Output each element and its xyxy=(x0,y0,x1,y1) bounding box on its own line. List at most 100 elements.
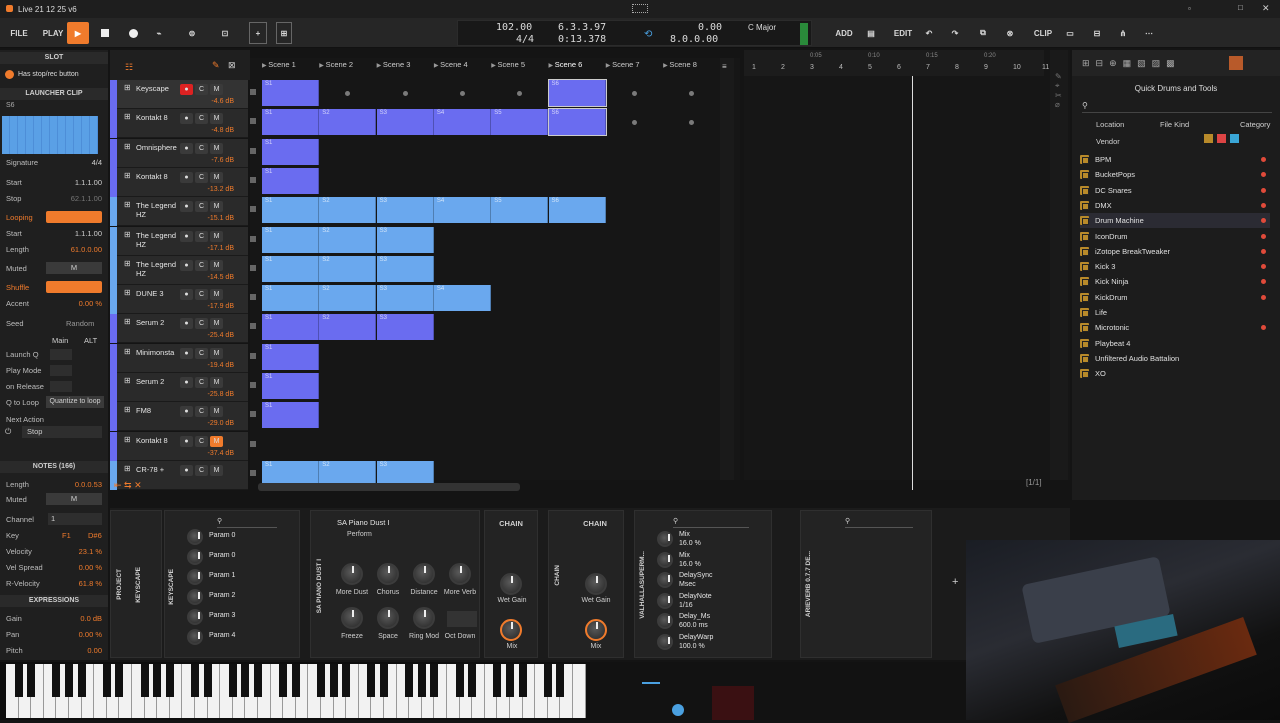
valhalla-param-value[interactable]: 600.0 ms xyxy=(679,622,708,629)
r-velocity-value[interactable]: 61.8 % xyxy=(79,579,102,588)
quantize-to-loop-button[interactable]: Quantize to loop xyxy=(46,396,104,408)
record-arm-button[interactable]: ● xyxy=(180,406,193,418)
track-level[interactable]: -19.4 dB xyxy=(160,362,234,369)
cue-button[interactable]: C xyxy=(195,289,208,301)
clip-stop-icon[interactable] xyxy=(250,118,256,125)
record-arm-button[interactable]: ● xyxy=(180,171,193,183)
track-header[interactable]: ⊞ DUNE 3 ● C M -17.9 dB xyxy=(110,285,248,315)
browser-item[interactable]: Unfiltered Audio Battalion xyxy=(1080,351,1270,366)
launcher-clip[interactable]: S1 xyxy=(262,197,319,224)
empty-slot[interactable] xyxy=(631,91,637,96)
layout-icon[interactable]: ⊡ xyxy=(216,22,234,44)
looping-toggle[interactable] xyxy=(46,211,102,223)
cue-button[interactable]: C xyxy=(195,347,208,359)
black-key[interactable] xyxy=(64,664,73,697)
black-key[interactable] xyxy=(115,664,124,697)
launcher-clip[interactable]: S3 xyxy=(376,285,434,312)
editor-icon[interactable]: ⊟ xyxy=(1090,22,1104,44)
channel-select[interactable]: 1 xyxy=(48,513,102,525)
pitch-value[interactable]: 0.00 xyxy=(87,646,102,655)
scroll-left-controls[interactable]: ⇤ ⇆ ✕ xyxy=(114,480,142,491)
add-button[interactable]: ADD xyxy=(834,22,854,44)
launcher-clip[interactable]: S1 xyxy=(262,402,319,429)
pan-value[interactable]: 0.00 % xyxy=(79,630,102,639)
empty-slot[interactable] xyxy=(402,91,408,96)
launcher-clip[interactable]: S5 xyxy=(491,197,549,224)
favorite-dot[interactable] xyxy=(1261,157,1266,162)
favorite-dot[interactable] xyxy=(1261,172,1266,178)
black-key[interactable] xyxy=(253,664,262,697)
browser-item[interactable]: Kick 3 xyxy=(1080,259,1270,274)
vendor-filter[interactable]: Vendor xyxy=(1096,137,1120,146)
favorite-dot[interactable] xyxy=(1261,279,1266,285)
mute-button[interactable]: M xyxy=(210,289,223,301)
stop-icon[interactable] xyxy=(97,22,113,44)
scene-header-1[interactable]: ▶ Scene 1 xyxy=(262,60,317,72)
mute-button[interactable]: M xyxy=(210,318,223,330)
black-key[interactable] xyxy=(518,664,527,697)
position-time[interactable]: 0:13.378 xyxy=(558,34,606,45)
black-key[interactable] xyxy=(14,664,23,697)
macro-knob[interactable] xyxy=(377,563,399,585)
black-key[interactable] xyxy=(228,664,237,697)
wet-gain-knob[interactable] xyxy=(500,573,522,595)
param-knob[interactable] xyxy=(187,549,203,565)
track-name[interactable]: Kontakt 8 xyxy=(136,113,182,122)
position-beats[interactable]: 6.3.3.97 xyxy=(558,22,606,33)
param-label[interactable]: Param 0 xyxy=(209,532,235,539)
param-label[interactable]: Param 2 xyxy=(209,592,235,599)
launcher-clip[interactable]: S1 xyxy=(262,167,319,194)
track-name[interactable]: Keyscape xyxy=(136,84,182,93)
record-arm-button[interactable]: ● xyxy=(180,84,193,95)
black-key[interactable] xyxy=(316,664,325,697)
macro-knob[interactable] xyxy=(341,607,363,629)
empty-slot[interactable] xyxy=(631,120,637,126)
launcher-clip[interactable]: S3 xyxy=(376,197,434,224)
horizontal-scrollbar[interactable] xyxy=(258,483,520,491)
launcher-clip[interactable]: S1 xyxy=(262,314,319,341)
valhalla-param-value[interactable]: Msec xyxy=(679,581,696,588)
black-key[interactable] xyxy=(102,664,111,697)
browser-item[interactable]: DC Snares xyxy=(1080,183,1270,198)
close-icon[interactable]: ✕ xyxy=(1262,3,1270,14)
panel-icon[interactable]: ▭ xyxy=(1063,22,1077,44)
black-key[interactable] xyxy=(153,664,162,697)
browser-item[interactable]: Kick Ninja xyxy=(1080,274,1270,289)
record-arm-button[interactable]: ● xyxy=(180,347,193,359)
muted-toggle[interactable]: M xyxy=(46,262,102,274)
cue-button[interactable]: C xyxy=(195,171,208,183)
favorite-dot[interactable] xyxy=(1261,325,1266,331)
browser-item[interactable]: BucketPops xyxy=(1080,167,1270,182)
mute-button[interactable]: M xyxy=(210,259,223,271)
launcher-clip[interactable]: S6 xyxy=(548,197,606,224)
plugin-format-icon[interactable] xyxy=(1204,134,1213,143)
mute-button[interactable]: M xyxy=(210,464,223,476)
track-name[interactable]: DUNE 3 xyxy=(136,289,182,298)
split-icon[interactable]: ⋔ xyxy=(1116,22,1130,44)
launcher-clip[interactable]: S3 xyxy=(376,109,434,136)
on-release-select[interactable] xyxy=(50,380,72,392)
launcher-clip[interactable]: S6 xyxy=(547,79,607,107)
black-key[interactable] xyxy=(417,664,426,697)
minimize-icon[interactable]: ▫ xyxy=(1188,4,1191,13)
launch-q-select[interactable] xyxy=(50,348,72,360)
black-key[interactable] xyxy=(543,664,552,697)
preset-name[interactable]: SA Piano Dust I xyxy=(337,518,390,527)
black-key[interactable] xyxy=(77,664,86,697)
note-length-value[interactable]: 0.0.0.53 xyxy=(75,480,102,489)
track-name[interactable]: Omnisphere xyxy=(136,143,182,152)
record-icon[interactable] xyxy=(125,22,141,44)
clip-stop-icon[interactable] xyxy=(250,147,256,154)
black-key[interactable] xyxy=(379,664,388,697)
mute-button[interactable]: M xyxy=(210,435,223,447)
record-arm-button[interactable]: ● xyxy=(180,230,193,242)
automation-icon[interactable]: ⌁ xyxy=(150,22,168,44)
browser-item[interactable]: Playbeat 4 xyxy=(1080,336,1270,351)
black-key[interactable] xyxy=(505,664,514,697)
delete-icon[interactable]: ⊗ xyxy=(1003,22,1017,44)
valhalla-knob[interactable] xyxy=(657,551,673,568)
track-level[interactable]: -13.2 dB xyxy=(160,186,234,193)
track-header[interactable]: ⊞ FM8 ● C M -29.0 dB xyxy=(110,402,248,432)
track-name[interactable]: Kontakt 8 xyxy=(136,172,182,181)
empty-slot[interactable] xyxy=(689,91,695,96)
